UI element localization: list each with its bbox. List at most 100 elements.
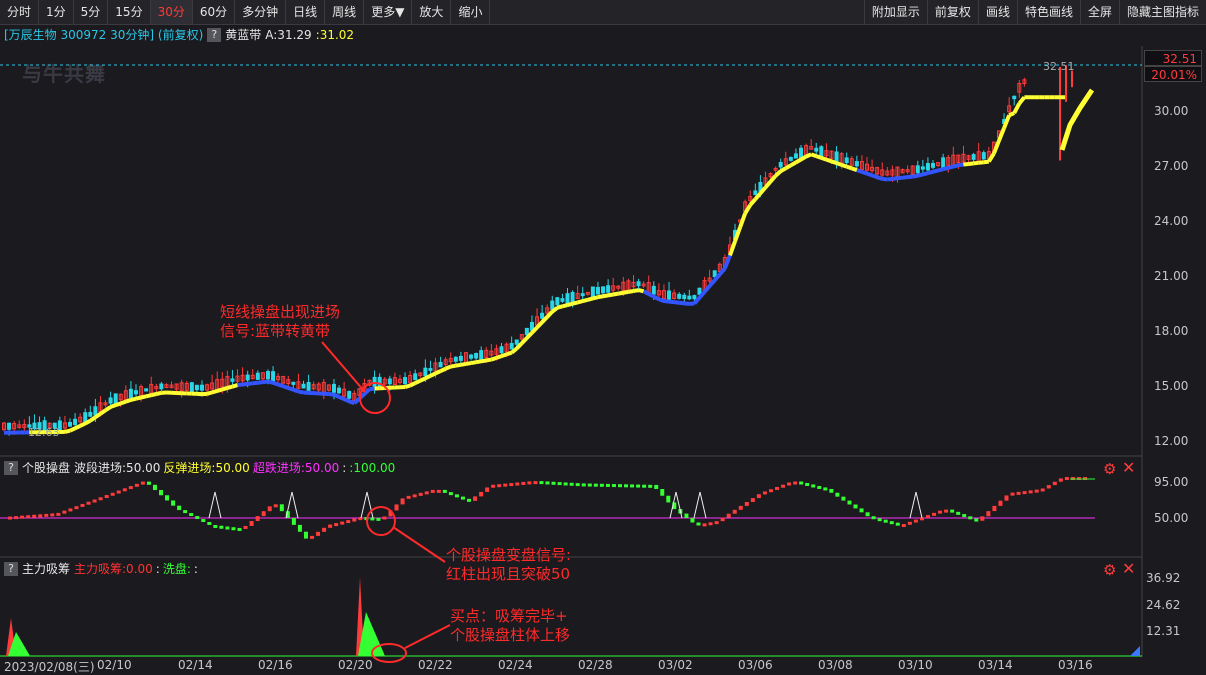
help-icon[interactable]: ? bbox=[4, 561, 18, 576]
band-segment bbox=[257, 380, 264, 385]
band-segment bbox=[602, 293, 609, 299]
price-tag: 32.51 bbox=[1144, 50, 1202, 66]
band-segment bbox=[897, 175, 903, 181]
indicator-bar bbox=[605, 483, 610, 487]
band-segment bbox=[135, 395, 142, 401]
y-tick: 24.62 bbox=[1146, 598, 1181, 612]
candle-body bbox=[73, 418, 78, 426]
annotation-line: 信号:蓝带转黄带 bbox=[220, 322, 331, 340]
band-segment bbox=[231, 383, 239, 389]
band-segment bbox=[668, 299, 675, 305]
indicator-bar bbox=[424, 491, 429, 495]
indicator-bar bbox=[1052, 481, 1057, 486]
indicator-bar bbox=[297, 524, 302, 532]
indicator-bar bbox=[575, 483, 580, 487]
indicator-bar bbox=[708, 522, 713, 526]
y-tick: 95.00 bbox=[1154, 475, 1189, 489]
indicator-bar bbox=[1028, 490, 1033, 494]
indicator-bar bbox=[128, 486, 133, 490]
indicator-bar bbox=[243, 525, 248, 529]
band-segment bbox=[277, 382, 284, 389]
band-segment bbox=[582, 297, 589, 304]
indicator-bar bbox=[146, 481, 151, 485]
band-segment bbox=[287, 386, 295, 392]
candle-body bbox=[337, 387, 342, 394]
band-segment bbox=[866, 171, 873, 178]
candle-body bbox=[941, 157, 946, 169]
indicator-bar bbox=[539, 481, 544, 485]
band-segment bbox=[810, 152, 817, 159]
indicator-bar bbox=[237, 527, 242, 531]
band-segment bbox=[125, 398, 132, 404]
indicator-bar bbox=[80, 503, 85, 507]
gear-icon[interactable]: ⚙ bbox=[1103, 561, 1116, 579]
band-segment bbox=[475, 359, 482, 365]
gear-icon[interactable]: ⚙ bbox=[1103, 460, 1116, 478]
indicator-bar bbox=[968, 516, 973, 520]
candle-body bbox=[194, 384, 199, 391]
indicator-bar bbox=[557, 482, 562, 486]
x-tick: 03/14 bbox=[978, 658, 1013, 672]
band-segment bbox=[592, 295, 599, 301]
band-segment bbox=[684, 301, 690, 306]
legend-entry: 反弹进场:50.00 bbox=[163, 461, 250, 475]
help-icon[interactable]: ? bbox=[4, 460, 18, 475]
panel2-name: 个股操盘 bbox=[22, 461, 71, 475]
band-segment bbox=[942, 165, 949, 172]
indicator-bar bbox=[56, 512, 61, 516]
indicator-bar bbox=[696, 522, 701, 526]
candle-body bbox=[793, 153, 798, 159]
indicator-bar bbox=[1004, 495, 1009, 501]
candle-body bbox=[144, 388, 149, 392]
candle-body bbox=[601, 286, 606, 294]
indicator-bar bbox=[956, 511, 961, 515]
band-segment bbox=[658, 297, 665, 303]
band-segment bbox=[352, 397, 361, 405]
band-segment bbox=[292, 387, 300, 394]
indicator-bar bbox=[98, 497, 103, 501]
legend-entry: :100.00 bbox=[349, 461, 396, 475]
indicator-bar bbox=[817, 485, 822, 489]
candle-body bbox=[819, 146, 824, 157]
signal-marker bbox=[693, 491, 707, 519]
band-segment bbox=[79, 421, 87, 428]
candle-body bbox=[540, 312, 545, 319]
candle-body bbox=[524, 327, 529, 336]
band-segment bbox=[485, 357, 492, 363]
candle-body bbox=[331, 383, 336, 393]
x-tick: 02/22 bbox=[418, 658, 453, 672]
candle-body bbox=[453, 356, 458, 362]
indicator-bar bbox=[436, 489, 441, 493]
scroll-corner-icon bbox=[1130, 646, 1140, 656]
candle-body bbox=[301, 383, 306, 389]
indicator-bar bbox=[587, 483, 592, 487]
indicator-bar bbox=[110, 492, 115, 496]
band-segment bbox=[429, 371, 437, 378]
band-segment bbox=[333, 392, 340, 399]
close-icon[interactable]: ✕ bbox=[1122, 458, 1135, 477]
indicator-bar bbox=[756, 494, 761, 499]
candle-body bbox=[423, 367, 428, 377]
candle-body bbox=[778, 162, 783, 168]
indicator-bar bbox=[165, 495, 170, 501]
indicator-bar bbox=[871, 516, 876, 520]
band-segment bbox=[115, 401, 122, 408]
indicator-bar bbox=[913, 519, 918, 523]
band-segment bbox=[738, 212, 748, 229]
annotation-line: 个股操盘变盘信号: bbox=[446, 546, 572, 564]
band-segment bbox=[805, 152, 812, 159]
indicator-bar bbox=[159, 490, 164, 496]
x-tick: 03/16 bbox=[1058, 658, 1093, 672]
candle-body bbox=[692, 295, 697, 300]
indicator-bar bbox=[352, 518, 357, 522]
band-segment bbox=[861, 170, 868, 176]
y-tick: 27.00 bbox=[1154, 159, 1189, 173]
close-icon[interactable]: ✕ bbox=[1122, 559, 1135, 578]
indicator-bar bbox=[140, 481, 145, 485]
band-segment bbox=[922, 171, 929, 177]
band-segment bbox=[647, 292, 655, 299]
indicator-bar bbox=[454, 494, 459, 498]
indicator-bar bbox=[86, 501, 91, 505]
candle-body bbox=[291, 381, 296, 385]
band-segment bbox=[628, 289, 634, 294]
